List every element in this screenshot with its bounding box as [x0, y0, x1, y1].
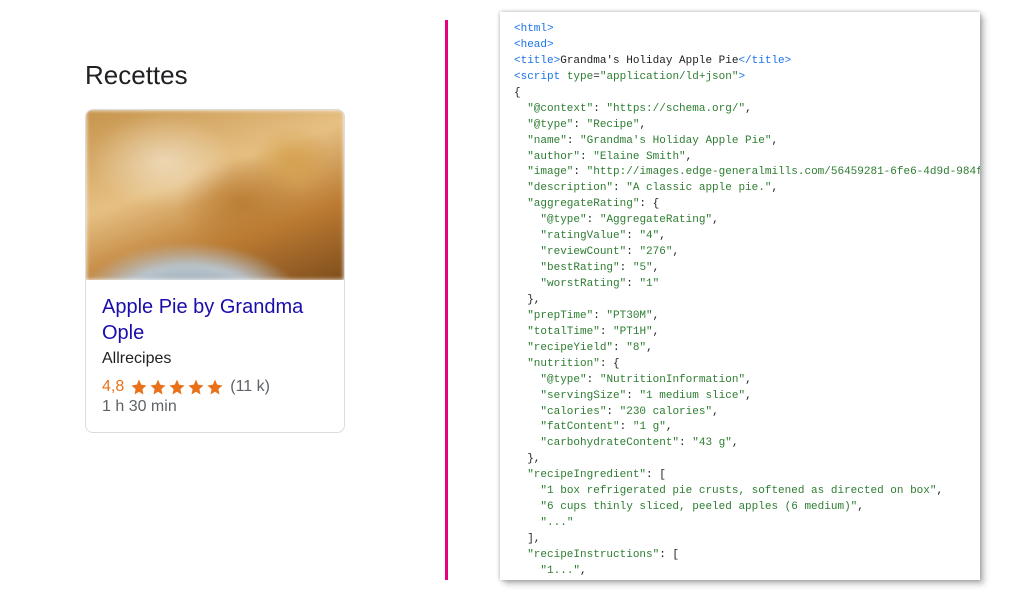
review-count: (11 k) — [230, 378, 270, 396]
rating-stars — [130, 378, 224, 396]
recipe-duration: 1 h 30 min — [102, 398, 328, 416]
code-title-text: Grandma's Holiday Apple Pie — [560, 55, 738, 67]
rating-row: 4,8 (11 k) — [102, 378, 328, 396]
star-icon — [149, 378, 167, 396]
star-icon — [187, 378, 205, 396]
vertical-divider — [445, 20, 448, 580]
rating-value: 4,8 — [102, 378, 124, 396]
code-script-type: application/ld+json — [606, 71, 731, 83]
star-icon — [168, 378, 186, 396]
code-panel: <html> <head> <title>Grandma's Holiday A… — [500, 12, 980, 580]
star-icon — [130, 378, 148, 396]
section-title: Recettes — [85, 60, 345, 91]
recipe-photo — [86, 110, 344, 280]
recipe-card[interactable]: Apple Pie by Grandma Ople Allrecipes 4,8… — [85, 109, 345, 433]
recipe-source: Allrecipes — [102, 350, 328, 368]
star-icon — [206, 378, 224, 396]
recipe-title-link[interactable]: Apple Pie by Grandma Ople — [102, 294, 328, 346]
